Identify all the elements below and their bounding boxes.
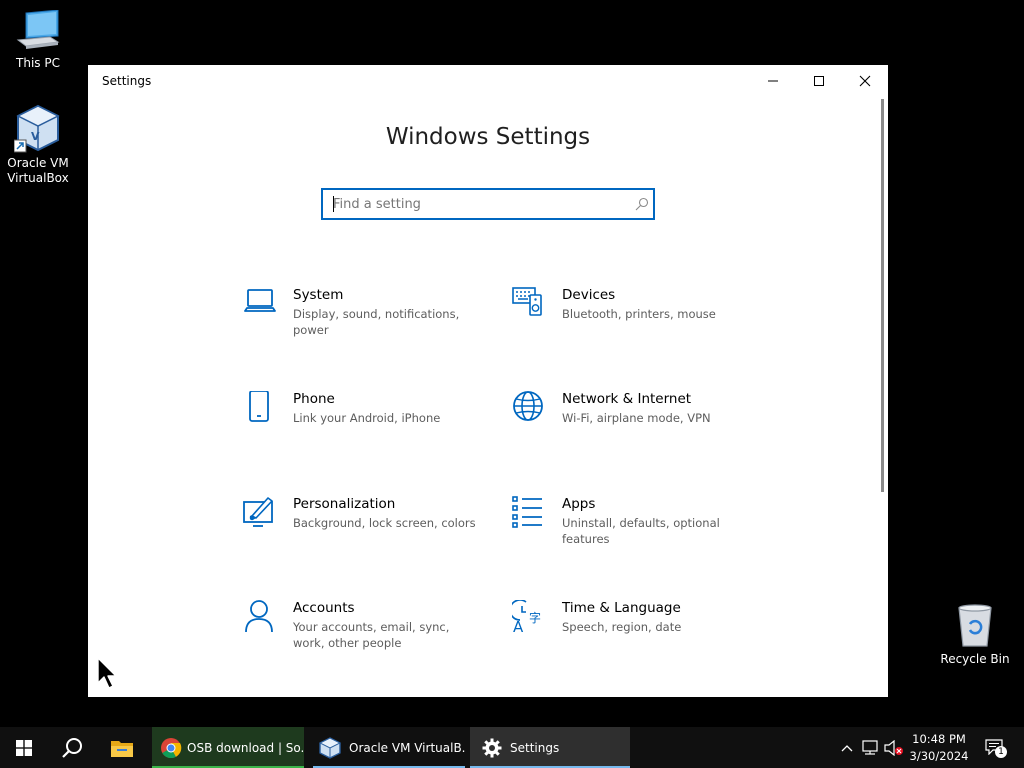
desktop-icon-label: Recycle Bin — [940, 652, 1010, 666]
category-personalization[interactable]: Personalization Background, lock screen,… — [243, 496, 483, 566]
folder-icon — [111, 740, 133, 757]
category-system[interactable]: System Display, sound, notifications, po… — [243, 287, 483, 357]
taskbar: OSB download | So... Oracle VM VirtualB.… — [0, 727, 1024, 768]
chevron-up-icon — [841, 744, 853, 751]
svg-text:字: 字 — [529, 610, 541, 625]
search-icon — [62, 737, 82, 758]
category-devices[interactable]: Devices Bluetooth, printers, mouse — [512, 287, 752, 357]
search-button[interactable] — [48, 727, 96, 768]
scrollbar[interactable] — [881, 99, 884, 492]
category-description: Speech, region, date — [562, 620, 682, 634]
taskbar-app-label: OSB download | So... — [187, 740, 304, 755]
desktop-icon-this-pc[interactable]: This PC — [0, 10, 76, 71]
time-language-icon: A 字 — [512, 600, 541, 634]
category-name: Time & Language — [562, 600, 681, 616]
category-name: Phone — [293, 391, 335, 407]
desktop-icon-label: Oracle VM VirtualBox — [7, 156, 69, 185]
globe-icon — [513, 391, 543, 421]
taskbar-app-label: Oracle VM VirtualB... — [349, 740, 465, 755]
category-name: Personalization — [293, 496, 396, 512]
category-network[interactable]: Network & Internet Wi-Fi, airplane mode,… — [512, 391, 752, 461]
show-hidden-icons-button[interactable] — [836, 727, 858, 768]
taskbar-app-label: Settings — [510, 740, 560, 755]
desktop-icon-virtualbox[interactable]: V Oracle VM VirtualBox — [0, 104, 76, 186]
keyboard-speaker-icon — [512, 287, 542, 316]
maximize-button[interactable] — [796, 65, 842, 97]
category-phone[interactable]: Phone Link your Android, iPhone — [243, 391, 483, 461]
mouse-cursor-icon — [97, 657, 117, 689]
taskbar-app-chrome[interactable]: OSB download | So... — [152, 727, 304, 768]
recycle-bin-icon — [958, 604, 992, 647]
action-center-button[interactable]: 1 — [980, 727, 1010, 768]
category-description: Wi-Fi, airplane mode, VPN — [562, 411, 711, 425]
category-apps[interactable]: Apps Uninstall, defaults, optional featu… — [512, 496, 752, 566]
desktop-icon-recycle-bin[interactable]: Recycle Bin — [937, 602, 1013, 667]
taskbar-clock[interactable]: 10:48 PM 3/30/2024 — [900, 731, 978, 765]
taskbar-app-virtualbox[interactable]: Oracle VM VirtualB... — [313, 727, 465, 768]
svg-text:V: V — [31, 130, 40, 143]
search-box[interactable] — [321, 188, 655, 220]
page-title: Windows Settings — [385, 124, 591, 150]
close-icon — [859, 75, 871, 87]
virtualbox-icon — [319, 736, 341, 759]
settings-window: Settings Windows Settings System Display… — [88, 65, 888, 697]
clock-date: 3/30/2024 — [909, 749, 969, 763]
taskbar-app-settings[interactable]: Settings — [470, 727, 630, 768]
paint-brush-icon — [243, 497, 273, 527]
search-icon — [635, 197, 649, 211]
category-accounts[interactable]: Accounts Your accounts, email, sync, wor… — [243, 600, 483, 670]
category-time-language[interactable]: A 字 Time & Language Speech, region, date — [512, 600, 752, 670]
network-wired-icon — [862, 739, 878, 755]
window-title: Settings — [102, 74, 152, 88]
close-button[interactable] — [842, 65, 888, 97]
windows-logo-icon — [16, 739, 32, 756]
category-name: Devices — [562, 287, 616, 303]
chrome-icon — [161, 737, 182, 758]
notification-icon: 1 — [985, 738, 1007, 758]
minimize-icon — [768, 80, 778, 82]
phone-icon — [249, 391, 269, 422]
gear-icon — [482, 738, 502, 757]
svg-text:A: A — [513, 618, 524, 634]
category-name: Apps — [562, 496, 596, 512]
category-name: System — [293, 287, 344, 303]
category-description: Background, lock screen, colors — [293, 516, 476, 530]
laptop-icon — [244, 289, 276, 312]
notification-count-badge: 1 — [995, 745, 1007, 758]
virtualbox-icon: V — [14, 104, 60, 153]
category-name: Accounts — [293, 600, 355, 616]
start-button[interactable] — [0, 727, 48, 768]
window-titlebar[interactable]: Settings — [88, 65, 888, 97]
computer-icon — [16, 10, 60, 49]
search-input[interactable] — [333, 190, 623, 218]
minimize-button[interactable] — [750, 65, 796, 97]
category-name: Network & Internet — [562, 391, 692, 407]
desktop-icon-label: This PC — [16, 56, 60, 70]
category-description: Link your Android, iPhone — [293, 411, 441, 425]
apps-list-icon — [512, 496, 542, 528]
file-explorer-button[interactable] — [96, 727, 148, 768]
maximize-icon — [814, 76, 824, 86]
category-description: Bluetooth, printers, mouse — [562, 307, 716, 321]
category-description: Your accounts, email, sync, work, other … — [293, 620, 450, 650]
network-status-button[interactable] — [860, 727, 882, 768]
category-description: Display, sound, notifications, power — [293, 307, 460, 337]
category-description: Uninstall, defaults, optional features — [562, 516, 720, 546]
clock-time: 10:48 PM — [912, 732, 966, 746]
person-icon — [245, 600, 273, 633]
